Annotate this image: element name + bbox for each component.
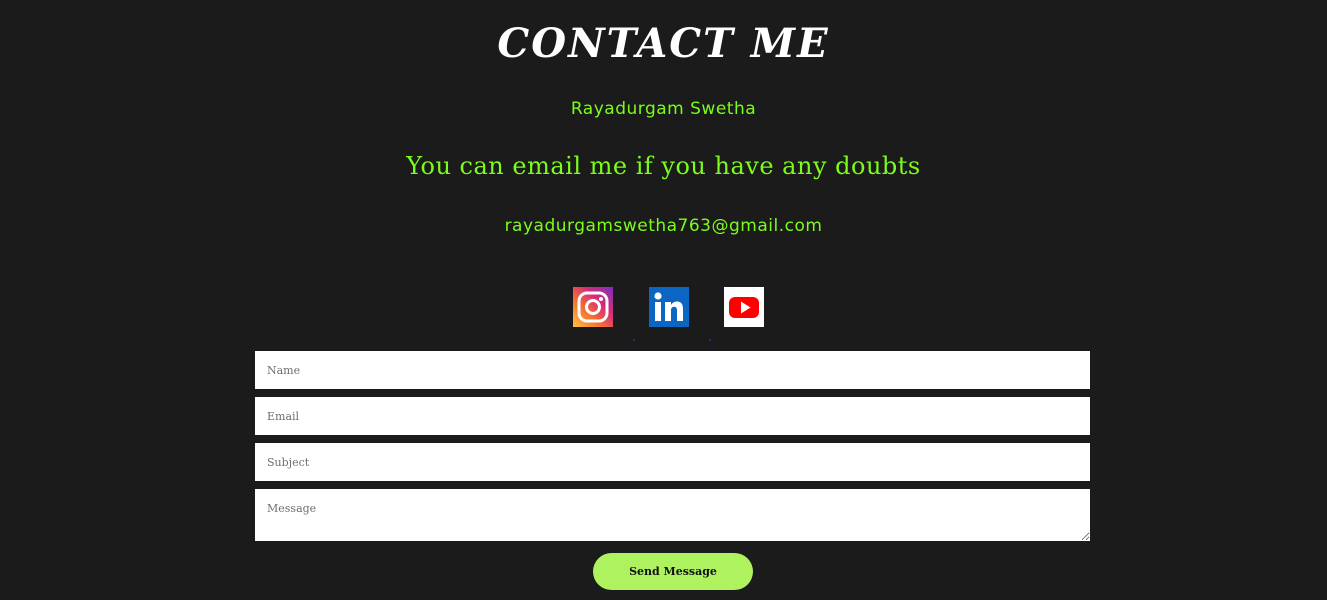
contact-page: CONTACT ME Rayadurgam Swetha You can ema… [0,0,1327,600]
email-address: rayadurgamswetha763@gmail.com [504,216,823,236]
subject-field[interactable] [255,443,1090,481]
linkedin-icon [649,287,689,327]
youtube-link[interactable] [724,287,764,327]
message-field[interactable] [255,489,1090,541]
social-links [573,287,765,341]
linkedin-link[interactable] [649,287,689,327]
instagram-link[interactable] [573,287,613,327]
decorative-dot [709,339,711,341]
page-title: CONTACT ME [497,20,830,67]
send-message-button[interactable]: Send Message [593,553,753,590]
youtube-icon [724,287,764,327]
decorative-dot [633,339,635,341]
email-field[interactable] [255,397,1090,435]
author-name: Rayadurgam Swetha [570,99,757,119]
tagline: You can email me if you have any doubts [406,152,921,180]
instagram-icon [573,287,613,327]
name-field[interactable] [255,351,1090,389]
